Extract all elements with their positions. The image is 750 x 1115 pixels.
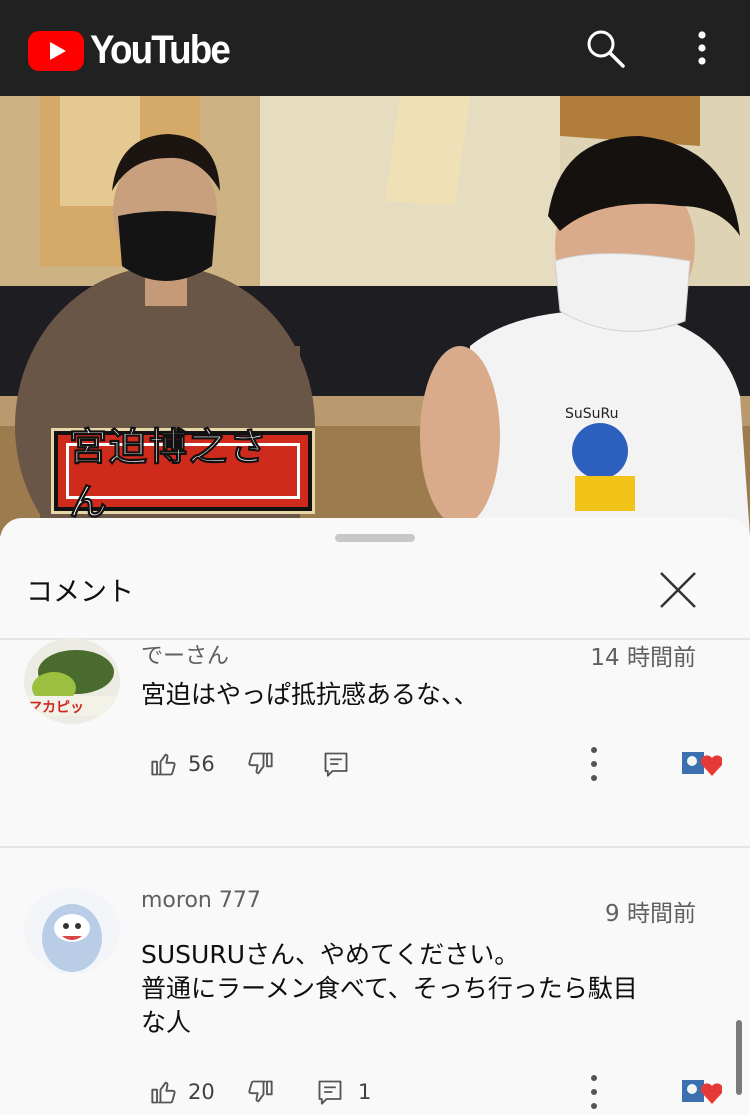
reply-button[interactable]: 1 — [316, 1072, 371, 1112]
comment-menu-button[interactable] — [580, 1072, 608, 1112]
heart-icon — [682, 1080, 724, 1104]
dislike-button[interactable] — [246, 744, 274, 784]
video-player[interactable]: SuSuRu 宮迫博之さん — [0, 96, 750, 536]
comment-text-line: な人 — [141, 1008, 192, 1037]
close-icon[interactable] — [656, 568, 700, 612]
reply-button[interactable] — [322, 744, 350, 784]
comment-author[interactable]: moron 777 — [141, 888, 261, 913]
comment-time: 9 時間前 — [605, 901, 696, 927]
avatar[interactable]: マカピッ — [24, 638, 120, 724]
more-vert-icon — [591, 1075, 597, 1109]
creator-heart-badge — [682, 1078, 724, 1106]
like-icon — [151, 1081, 176, 1104]
logo-text: YouTube — [90, 28, 231, 72]
youtube-logo-icon — [28, 30, 84, 71]
comment-text: 宮迫はやっぱ抵抗感あるな、、 — [141, 680, 479, 709]
reply-icon — [318, 1080, 342, 1105]
creator-heart-badge — [682, 750, 724, 778]
heart-icon — [682, 752, 724, 776]
divider — [0, 846, 750, 848]
like-count: 56 — [188, 752, 215, 776]
comment-menu-button[interactable] — [580, 744, 608, 784]
name-caption-text: 宮迫博之さん — [66, 425, 300, 525]
app-header: YouTube — [0, 0, 750, 96]
comment-text: SUSURUさん、やめてください。 普通にラーメン食べて、そっち行ったら駄目 な… — [141, 938, 711, 1040]
reply-icon — [324, 752, 348, 777]
comments-sheet: コメント マカピッ でーさん 14 時間前 宮迫はやっぱ抵抗感あるな、、 56 … — [0, 518, 750, 1115]
drag-handle[interactable] — [335, 534, 415, 542]
comment-author[interactable]: でーさん — [141, 638, 229, 670]
dislike-icon — [248, 1080, 273, 1103]
like-button[interactable]: 20 — [150, 1072, 215, 1112]
youtube-logo[interactable]: YouTube — [28, 28, 241, 73]
dislike-button[interactable] — [246, 1072, 274, 1112]
svg-text:マカピッ: マカピッ — [28, 700, 84, 716]
more-vert-icon — [591, 747, 597, 781]
like-count: 20 — [188, 1080, 215, 1104]
reply-count: 1 — [358, 1080, 372, 1104]
search-icon[interactable] — [583, 26, 627, 70]
more-vert-icon[interactable] — [680, 26, 724, 70]
comment-time: 14 時間前 — [590, 645, 696, 671]
comment-actions: 20 1 — [150, 1072, 730, 1112]
comment-actions: 56 — [150, 744, 730, 784]
scrollbar[interactable] — [736, 1020, 742, 1095]
like-icon — [151, 753, 176, 776]
comment-text-line: 普通にラーメン食べて、そっち行ったら駄目 — [141, 974, 638, 1003]
comment-text-line: SUSURUさん、やめてください。 — [141, 940, 520, 969]
like-button[interactable]: 56 — [150, 744, 215, 784]
comments-title: コメント — [26, 577, 134, 608]
avatar[interactable] — [24, 888, 120, 974]
dislike-icon — [248, 752, 273, 775]
name-caption: 宮迫博之さん — [54, 425, 312, 525]
shirt-print-text: SuSuRu — [565, 406, 619, 422]
